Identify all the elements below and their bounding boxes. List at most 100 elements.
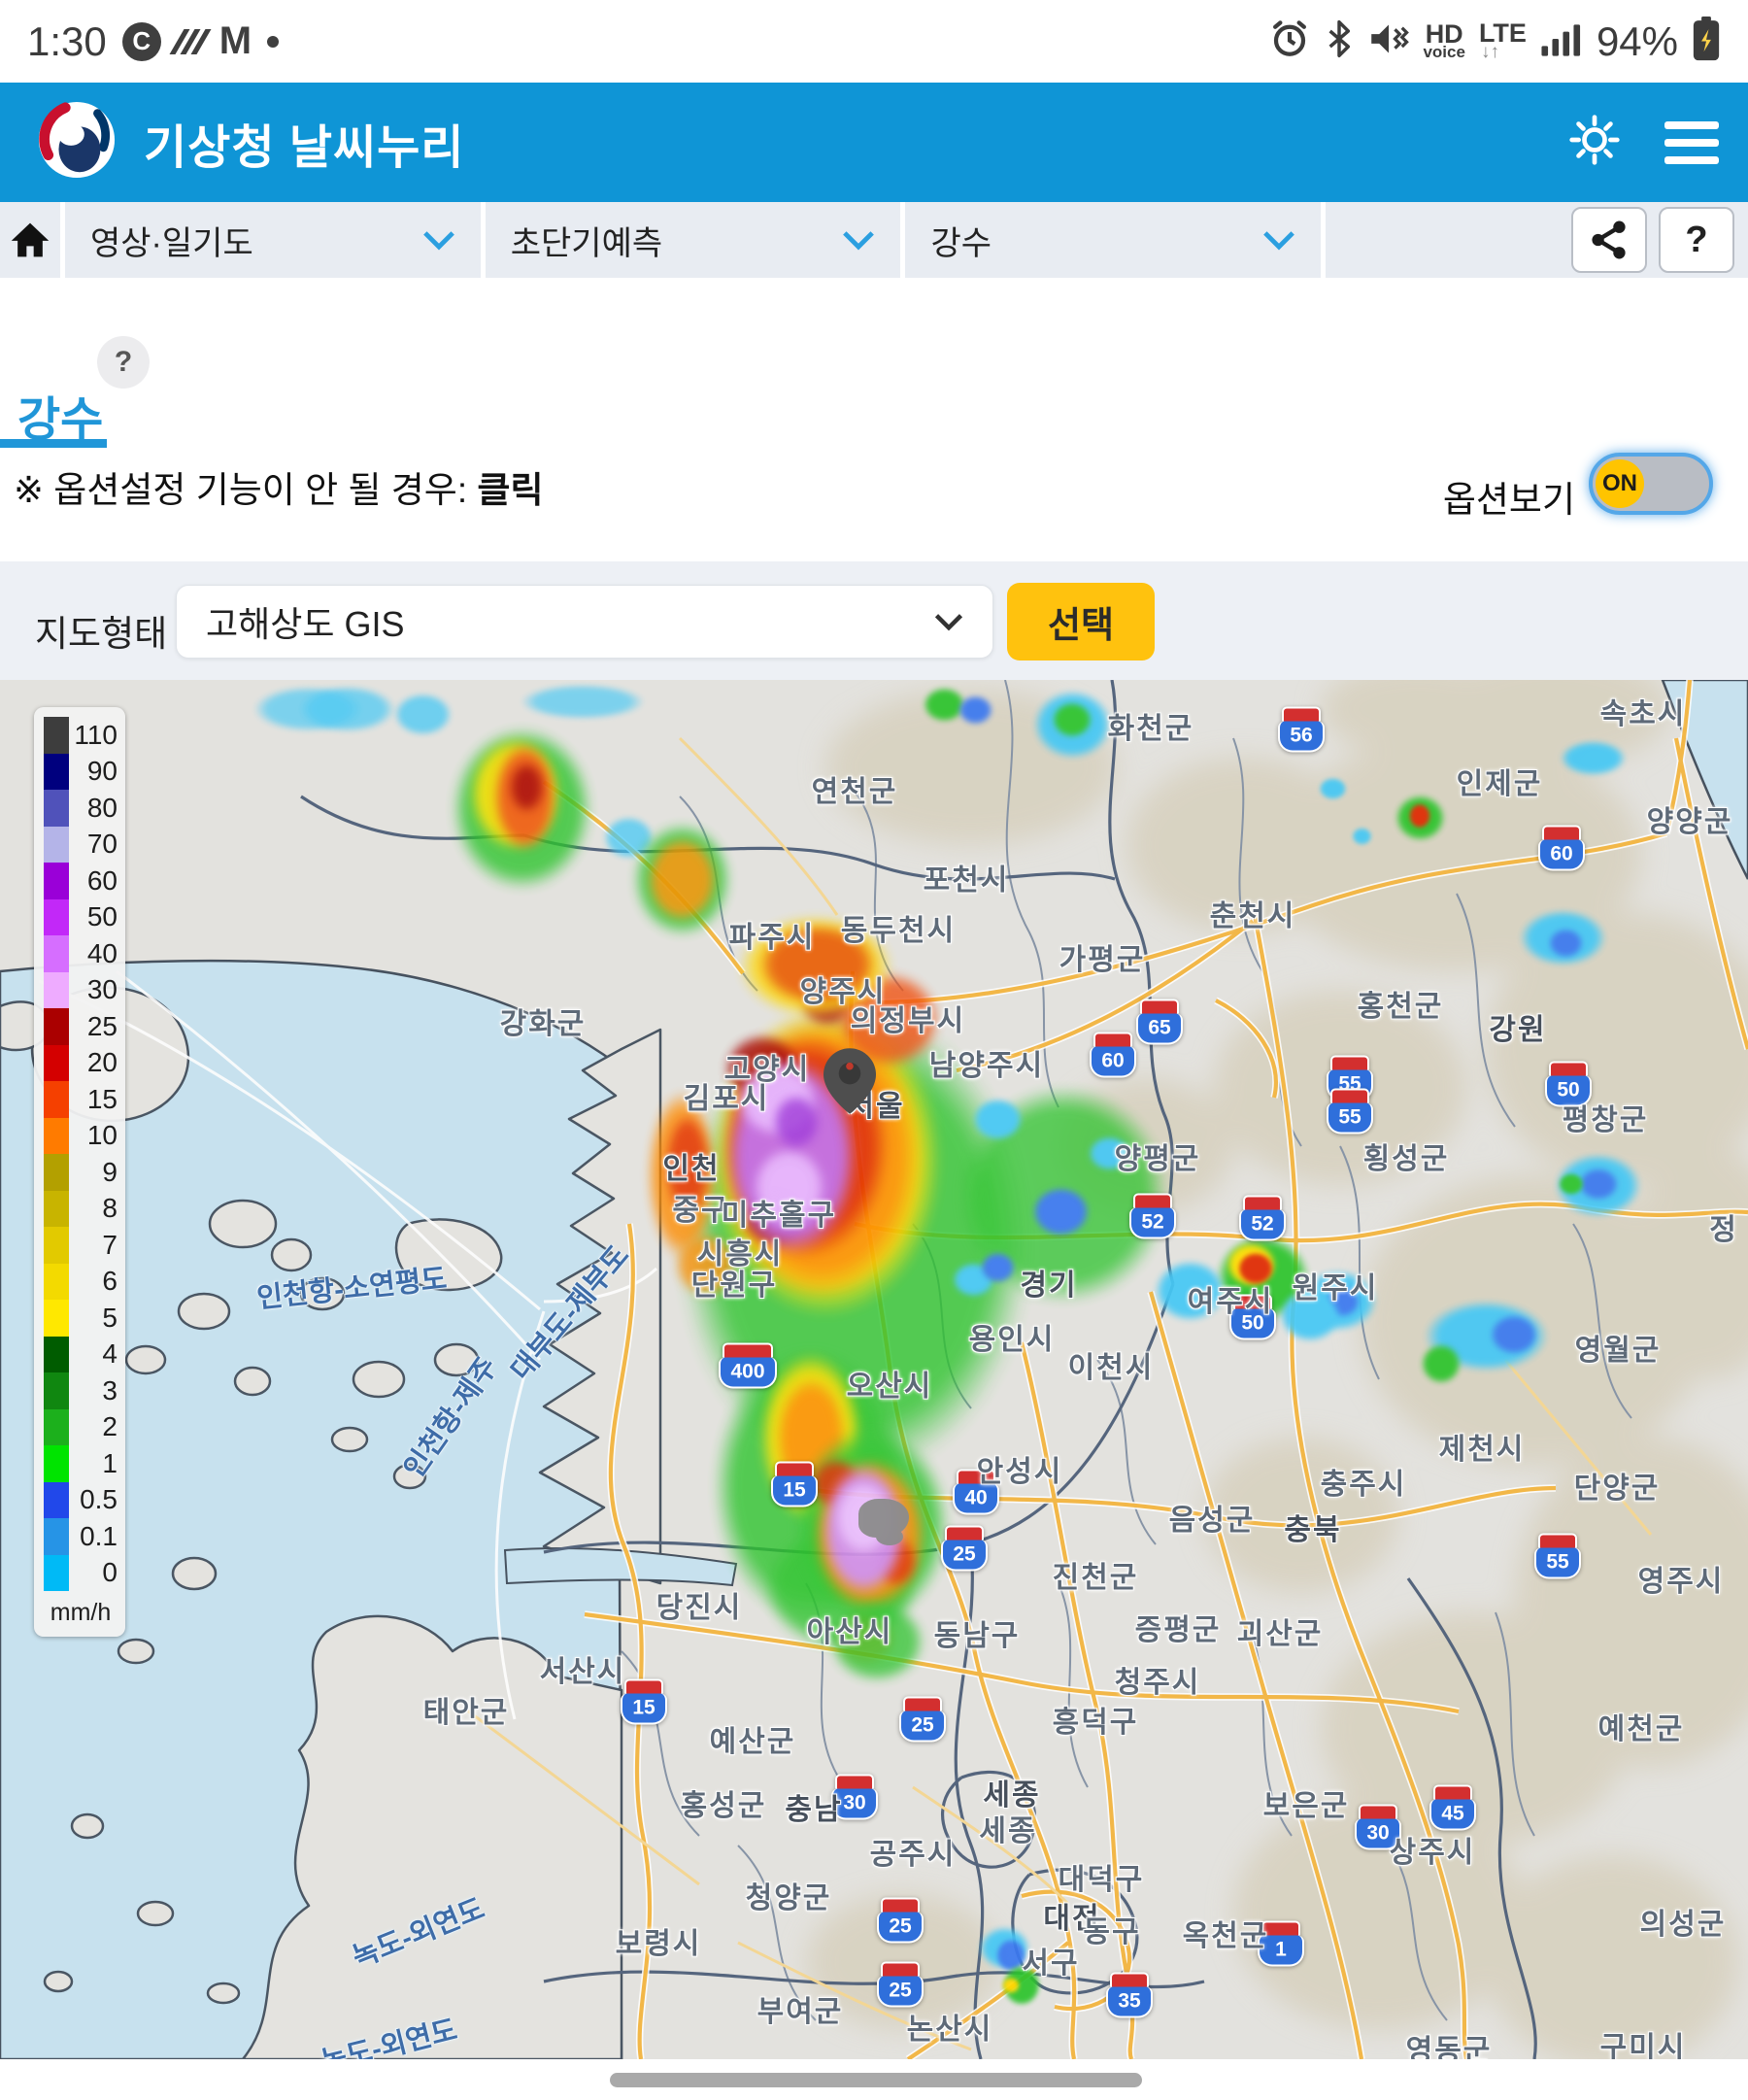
hd-voice-indicator: HDvoice xyxy=(1423,24,1464,58)
map-place-label: 양양군 xyxy=(1647,797,1733,840)
legend-color-swatch xyxy=(44,1045,69,1082)
map-place-label: 상주시 xyxy=(1390,1828,1476,1871)
nav-dropdown-nowcast-label: 초단기예측 xyxy=(511,217,662,264)
legend-rows: 11090807060504030252015109876543210.50.1… xyxy=(44,717,118,1591)
page-help-badge[interactable]: ? xyxy=(97,336,150,389)
click-link[interactable]: 클릭 xyxy=(477,470,543,510)
map-place-label: 동두천시 xyxy=(841,906,956,949)
legend-row: 0.5 xyxy=(44,1482,118,1519)
legend-color-swatch xyxy=(44,717,69,754)
alarm-icon xyxy=(1269,18,1310,64)
notification-dot-icon xyxy=(267,36,279,48)
app-header: 기상청 날씨누리 xyxy=(0,83,1748,202)
map-place-label: 양평군 xyxy=(1115,1135,1201,1177)
map-place-label: 충주시 xyxy=(1321,1460,1407,1503)
hamburger-menu-icon[interactable] xyxy=(1664,112,1719,174)
map-place-label: 태안군 xyxy=(423,1688,510,1731)
map-place-label: 부여군 xyxy=(757,1987,844,2030)
select-button[interactable]: 선택 xyxy=(1007,583,1155,660)
legend-color-swatch xyxy=(44,1555,69,1592)
gmail-notification-icon: M xyxy=(219,19,252,63)
lte-indicator: LTE↓↑ xyxy=(1479,23,1527,60)
legend-color-swatch xyxy=(44,1264,69,1301)
map-place-label: 보은군 xyxy=(1263,1781,1350,1824)
gray-cluster-marker[interactable] xyxy=(858,1499,909,1538)
map-place-label: 세종 xyxy=(979,1807,1036,1849)
map-place-label: 동남구 xyxy=(934,1611,1021,1654)
map-place-label: 미추홀구 xyxy=(722,1191,836,1234)
legend-value: 15 xyxy=(69,1084,118,1115)
map-type-label: 지도형태 xyxy=(35,604,167,657)
legend-row: 60 xyxy=(44,863,118,899)
expressway-shield-icon: 15 xyxy=(621,1679,667,1725)
legend-color-swatch xyxy=(44,1227,69,1264)
legend-row: 80 xyxy=(44,790,118,827)
expressway-shield-icon: 25 xyxy=(941,1526,988,1572)
legend-color-swatch xyxy=(44,1445,69,1482)
legend-value: 3 xyxy=(69,1375,118,1406)
map-place-label: 화천군 xyxy=(1108,704,1194,747)
expressway-shield-icon: 56 xyxy=(1278,707,1325,753)
options-toggle[interactable]: ON xyxy=(1589,453,1713,515)
map-place-label: 정 xyxy=(1709,1205,1738,1248)
horizontal-scrollbar[interactable] xyxy=(610,2073,1142,2087)
map-place-label: 영월군 xyxy=(1575,1326,1662,1369)
chevron-down-icon xyxy=(842,229,875,251)
radar-map[interactable]: 6560605650555552525040015402525304530551… xyxy=(0,680,1748,2059)
legend-value: 0 xyxy=(69,1557,118,1588)
nav-dropdown-nowcast[interactable]: 초단기예측 xyxy=(486,202,901,278)
legend-color-swatch xyxy=(44,1518,69,1555)
chevron-down-icon xyxy=(1262,229,1295,251)
app-title: 기상청 날씨누리 xyxy=(144,109,464,177)
battery-percent: 94% xyxy=(1597,18,1678,65)
legend-value: 60 xyxy=(69,865,118,897)
share-button[interactable] xyxy=(1571,207,1647,273)
map-place-label: 제천시 xyxy=(1439,1425,1526,1468)
map-place-label: 연천군 xyxy=(812,767,898,810)
legend-row: 110 xyxy=(44,717,118,754)
options-notice: ※ 옵션설정 기능이 안 될 경우: 클릭 xyxy=(14,460,544,513)
map-pin[interactable] xyxy=(824,1047,876,1115)
map-place-label: 여주시 xyxy=(1188,1277,1274,1320)
c-app-notification-icon: C xyxy=(122,22,161,61)
legend-value: 0.1 xyxy=(69,1521,118,1552)
help-button[interactable]: ? xyxy=(1659,207,1734,273)
map-place-label: 서구 xyxy=(1022,1939,1079,1981)
nav-actions: ? xyxy=(1326,202,1748,278)
clock-time: 1:30 xyxy=(27,18,107,65)
legend-color-swatch xyxy=(44,899,69,936)
home-button[interactable] xyxy=(0,202,60,278)
map-place-label: 공주시 xyxy=(870,1830,957,1873)
options-toggle-label: 옵션보기 xyxy=(1443,470,1575,523)
status-bar: 1:30 C M HDvoice LTE↓↑ xyxy=(0,0,1748,83)
legend-value: 0.5 xyxy=(69,1484,118,1515)
map-type-dropdown[interactable]: 고해상도 GIS xyxy=(176,585,993,659)
precip-legend: 11090807060504030252015109876543210.50.1… xyxy=(34,707,125,1637)
map-place-label: 진천군 xyxy=(1053,1553,1139,1596)
nav-dropdown-imagery[interactable]: 영상·일기도 xyxy=(65,202,481,278)
signal-strength-icon xyxy=(1540,19,1583,63)
legend-value: 20 xyxy=(69,1047,118,1078)
map-type-value: 고해상도 GIS xyxy=(206,596,934,647)
chevron-down-icon xyxy=(934,612,963,631)
legend-color-swatch xyxy=(44,935,69,972)
vibrate-mute-icon xyxy=(1368,18,1409,64)
map-place-label: 영동군 xyxy=(1406,2026,1493,2059)
legend-row: 50 xyxy=(44,899,118,936)
map-place-label: 강화군 xyxy=(500,999,587,1042)
legend-value: 8 xyxy=(69,1193,118,1224)
legend-row: 1 xyxy=(44,1445,118,1482)
expressway-shield-icon: 60 xyxy=(1090,1033,1136,1078)
stripes-notification-icon xyxy=(169,29,211,54)
legend-value: 2 xyxy=(69,1411,118,1442)
nav-dropdown-precipitation[interactable]: 강수 xyxy=(905,202,1321,278)
map-place-label: 평창군 xyxy=(1563,1096,1649,1138)
kma-logo[interactable] xyxy=(29,100,117,185)
map-place-label: 의정부시 xyxy=(851,997,965,1039)
expressway-shield-icon: 45 xyxy=(1429,1785,1476,1831)
legend-color-swatch xyxy=(44,1081,69,1118)
legend-color-swatch xyxy=(44,790,69,827)
map-place-label: 가평군 xyxy=(1059,935,1146,978)
settings-gear-icon[interactable] xyxy=(1567,113,1622,172)
expressway-shield-icon: 25 xyxy=(877,1898,924,1944)
